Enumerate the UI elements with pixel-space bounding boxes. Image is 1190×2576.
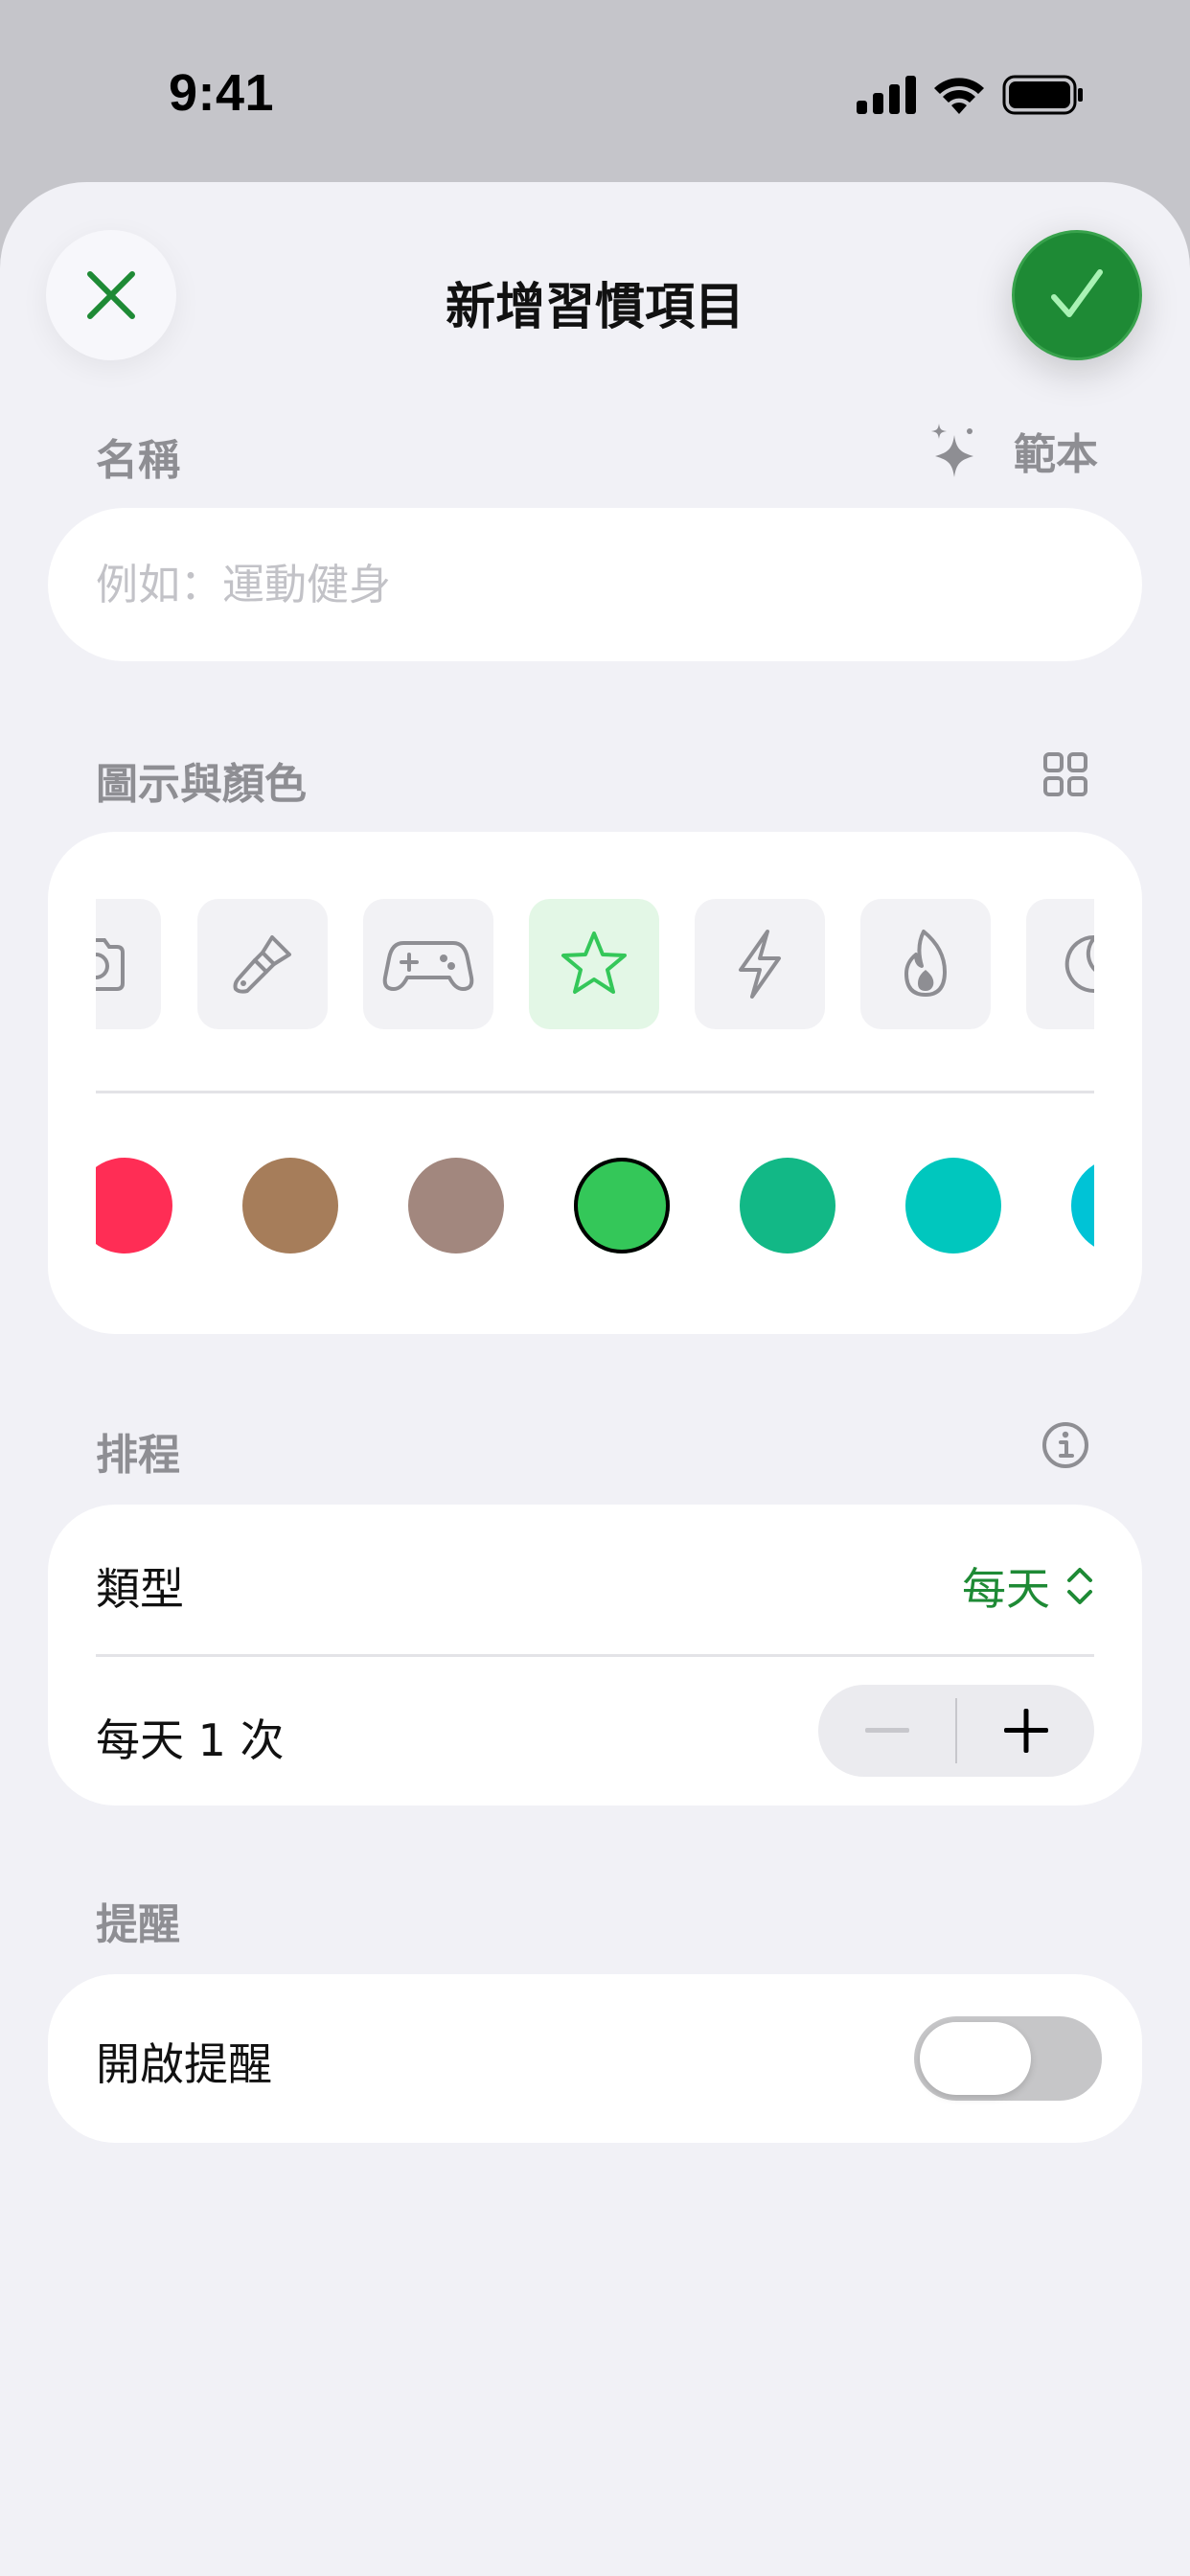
frequency-stepper [818,1685,1094,1777]
reminder-card: 開啟提醒 [48,1974,1142,2143]
schedule-type-value: 每天 [962,1563,1050,1615]
flame-icon [904,930,947,997]
schedule-type-picker[interactable]: 每天 [962,1554,1094,1618]
info-icon[interactable] [1041,1420,1090,1470]
color-swatch[interactable] [905,1158,1001,1254]
paintbrush-icon [233,935,291,994]
chevron-up-down-icon [1067,1568,1092,1604]
icon-option-star[interactable] [529,899,659,1029]
checkmark-icon [1051,269,1103,317]
star-icon [561,932,627,994]
icon-option-paintbrush[interactable] [197,899,328,1029]
name-section-label: 名稱 [96,436,180,485]
schedule-type-label: 類型 [96,1563,184,1615]
color-swatch[interactable] [1071,1158,1094,1254]
confirm-button[interactable] [1012,230,1142,360]
wifi-icon [934,78,984,114]
color-swatch[interactable] [408,1158,504,1254]
grid-icon[interactable] [1042,751,1088,797]
schedule-section-label: 排程 [96,1431,180,1480]
sparkles-icon [931,424,973,477]
color-swatch[interactable] [242,1158,338,1254]
camera-icon [96,938,125,991]
status-icons [857,75,1085,115]
icon-option-flame[interactable] [860,899,991,1029]
status-bar: 9:41 [0,0,1190,182]
reminder-section-label: 提醒 [96,1900,180,1949]
toggle-knob [920,2022,1031,2095]
color-swatch[interactable] [96,1158,172,1254]
icon-option-camera[interactable] [96,899,161,1029]
add-habit-sheet: 新增習慣項目 名稱 範本 圖示與顏色 [0,182,1190,2576]
icon-option-moon[interactable] [1026,899,1094,1029]
increment-button[interactable] [957,1685,1094,1777]
reminder-toggle-label: 開啟提醒 [96,2038,272,2090]
habit-name-input[interactable] [48,508,1142,661]
minus-icon [864,1728,909,1733]
template-button[interactable]: 範本 [927,420,1098,481]
color-swatch[interactable] [574,1158,670,1254]
decrement-button[interactable] [818,1685,955,1777]
icon-color-divider [96,1091,1094,1093]
color-picker[interactable] [96,1158,1094,1257]
frequency-label: 每天 1 次 [96,1714,285,1766]
gamecontroller-icon [382,941,474,991]
moon-icon [1064,935,1094,993]
status-time: 9:41 [169,64,275,122]
color-swatch[interactable] [740,1158,835,1254]
reminder-toggle[interactable] [914,2016,1102,2101]
icon-color-card [48,832,1142,1334]
icon-picker[interactable] [96,899,1094,1029]
icon-color-section-label: 圖示與顏色 [96,760,307,809]
template-label: 範本 [1014,430,1098,479]
cellular-signal-icon [857,76,916,114]
schedule-divider [96,1654,1094,1657]
bolt-icon [739,930,781,999]
plus-icon [1003,1709,1048,1753]
icon-option-gamecontroller[interactable] [363,899,493,1029]
battery-icon [1002,75,1083,115]
icon-option-bolt[interactable] [695,899,825,1029]
schedule-card: 類型 每天 每天 1 次 [48,1505,1142,1806]
